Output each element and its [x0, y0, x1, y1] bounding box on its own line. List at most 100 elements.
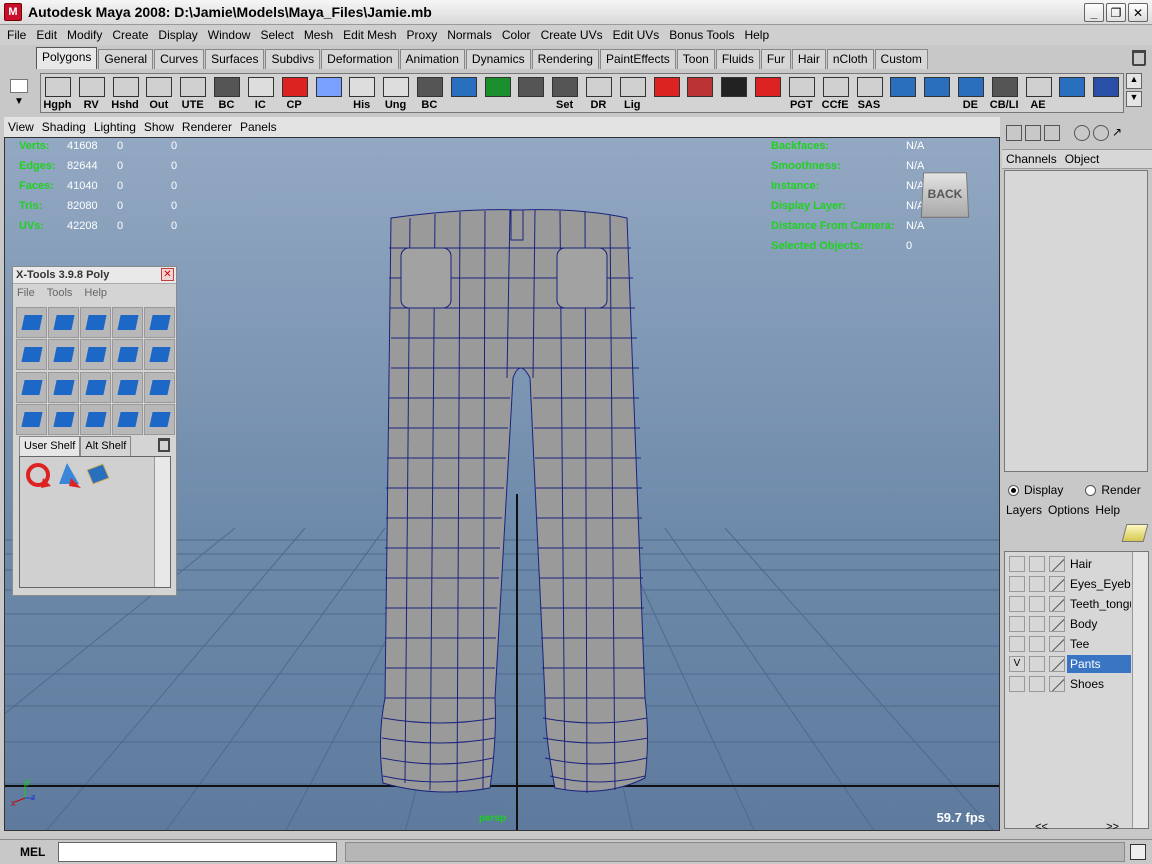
shelf-tab-hair[interactable]: Hair	[791, 49, 826, 69]
xtools-tool-icon[interactable]	[144, 339, 175, 371]
xtools-tool-icon[interactable]	[16, 339, 47, 371]
layer-row[interactable]: Teeth_tongu	[1005, 594, 1148, 614]
view-cube[interactable]: BACK	[920, 172, 970, 218]
shelf-button-25[interactable]	[886, 75, 919, 111]
shelf-button-2[interactable]: Hshd	[109, 75, 142, 111]
tool-settings-icon[interactable]	[1044, 125, 1060, 141]
xtools-shelf-scrollbar[interactable]	[154, 457, 170, 587]
xtools-menu-help[interactable]: Help	[84, 287, 107, 299]
shelf-button-15[interactable]: Set	[548, 75, 581, 111]
xtools-menu-tools[interactable]: Tools	[47, 287, 73, 299]
shelf-tab-rendering[interactable]: Rendering	[531, 49, 599, 69]
layer-row[interactable]: V Pants	[1005, 654, 1148, 674]
xtools-tool-icon[interactable]	[48, 307, 79, 338]
layer-type-toggle[interactable]	[1029, 616, 1045, 632]
layer-scrollbar[interactable]	[1132, 552, 1148, 828]
shelf-button-6[interactable]: IC	[244, 75, 277, 111]
xtools-tab-alt-shelf[interactable]: Alt Shelf	[80, 436, 132, 456]
layer-type-toggle[interactable]	[1029, 656, 1045, 672]
shelf-tab-custom[interactable]: Custom	[874, 49, 928, 69]
shelf-button-27[interactable]: DE	[954, 75, 987, 111]
channel-box-icon[interactable]	[1006, 125, 1022, 141]
undo-tool-icon[interactable]	[23, 460, 53, 490]
menu-window[interactable]: Window	[203, 25, 256, 45]
maximize-button[interactable]: ❐	[1106, 3, 1126, 22]
maya-app-icon[interactable]: M	[4, 3, 22, 21]
shelf-button-10[interactable]: Ung	[379, 75, 412, 111]
layer-type-toggle[interactable]	[1029, 576, 1045, 592]
shelf-button-21[interactable]	[751, 75, 784, 111]
xtools-tool-icon[interactable]	[112, 307, 143, 338]
shelf-tab-surfaces[interactable]: Surfaces	[205, 49, 265, 69]
viewport-menu-show[interactable]: Show	[140, 120, 178, 134]
menu-normals[interactable]: Normals	[442, 25, 497, 45]
layer-visibility-toggle[interactable]	[1009, 676, 1025, 692]
channel-box[interactable]	[1004, 170, 1148, 472]
shelf-button-11[interactable]: BC	[413, 75, 446, 111]
viewport-menu-shading[interactable]: Shading	[38, 120, 90, 134]
shelf-button-30[interactable]	[1055, 75, 1088, 111]
layer-row[interactable]: Shoes	[1005, 674, 1148, 694]
viewport-menu-view[interactable]: View	[4, 120, 38, 134]
xtools-tool-icon[interactable]	[144, 371, 175, 403]
viewport-menu-renderer[interactable]: Renderer	[178, 120, 236, 134]
shelf-tab-painteffects[interactable]: PaintEffects	[599, 49, 676, 69]
layer-menu-help[interactable]: Help	[1095, 503, 1120, 517]
new-layer-icon[interactable]	[1121, 524, 1149, 542]
shelf-tab-curves[interactable]: Curves	[154, 49, 205, 69]
layer-color-swatch[interactable]	[1049, 596, 1065, 612]
menu-edit-uvs[interactable]: Edit UVs	[608, 25, 665, 45]
xtools-window[interactable]: X-Tools 3.9.8 Poly ✕ File Tools Help User …	[12, 266, 177, 596]
xtools-close-icon[interactable]: ✕	[161, 268, 174, 281]
shelf-button-26[interactable]	[920, 75, 953, 111]
xtools-tab-user-shelf[interactable]: User Shelf	[19, 436, 81, 456]
shelf-button-4[interactable]: UTE	[176, 75, 209, 111]
xtools-menu-file[interactable]: File	[17, 287, 35, 299]
shelf-tab-fur[interactable]: Fur	[760, 49, 791, 69]
channel-box-menu-channels[interactable]: Channels	[1002, 152, 1061, 166]
shelf-button-3[interactable]: Out	[142, 75, 175, 111]
menu-color[interactable]: Color	[497, 25, 536, 45]
layer-type-toggle[interactable]	[1029, 636, 1045, 652]
layer-menu-options[interactable]: Options	[1048, 503, 1089, 517]
script-editor-icon[interactable]	[1130, 844, 1146, 860]
menu-edit-mesh[interactable]: Edit Mesh	[338, 25, 401, 45]
shelf-button-13[interactable]	[481, 75, 514, 111]
prism-tool-icon[interactable]	[53, 460, 83, 490]
menu-modify[interactable]: Modify	[62, 25, 107, 45]
layer-color-swatch[interactable]	[1049, 556, 1065, 572]
shelf-menu-arrow-icon[interactable]: ▼	[8, 96, 30, 110]
minimize-button[interactable]: _	[1084, 3, 1104, 22]
shelf-button-12[interactable]	[447, 75, 480, 111]
xtools-tool-icon[interactable]	[48, 403, 79, 435]
menu-select[interactable]: Select	[255, 25, 298, 45]
layer-color-swatch[interactable]	[1049, 676, 1065, 692]
shelf-tab-polygons[interactable]: Polygons	[36, 47, 98, 69]
attribute-editor-icon[interactable]	[1025, 125, 1041, 141]
layer-color-swatch[interactable]	[1049, 616, 1065, 632]
xtools-tool-icon[interactable]	[80, 371, 111, 403]
shelf-editor-icon[interactable]	[10, 79, 28, 93]
channel-box-menu-object[interactable]: Object	[1061, 152, 1104, 166]
xtools-tool-icon[interactable]	[80, 307, 111, 338]
close-button[interactable]: ✕	[1128, 3, 1148, 22]
menu-create-uvs[interactable]: Create UVs	[536, 25, 608, 45]
hypershade-icon[interactable]	[1093, 125, 1109, 141]
render-radio[interactable]	[1085, 484, 1097, 496]
layer-visibility-toggle[interactable]	[1009, 576, 1025, 592]
shelf-button-7[interactable]: CP	[278, 75, 311, 111]
shelf-tab-general[interactable]: General	[98, 49, 154, 69]
shelf-tab-dynamics[interactable]: Dynamics	[465, 49, 531, 69]
display-radio[interactable]	[1008, 484, 1019, 496]
shelf-button-23[interactable]: CCfE	[819, 75, 852, 111]
xtools-tool-icon[interactable]	[80, 403, 111, 435]
menu-create[interactable]: Create	[107, 25, 153, 45]
xtools-tool-icon[interactable]	[16, 371, 47, 403]
shelf-button-22[interactable]: PGT	[785, 75, 818, 111]
viewport-menu-panels[interactable]: Panels	[236, 120, 281, 134]
layer-color-swatch[interactable]	[1049, 636, 1065, 652]
xtools-tool-icon[interactable]	[144, 307, 175, 338]
xtools-tool-icon[interactable]	[16, 307, 47, 338]
render-globals-icon[interactable]	[1074, 125, 1090, 141]
scroll-down-icon[interactable]: ▼	[1126, 91, 1142, 107]
